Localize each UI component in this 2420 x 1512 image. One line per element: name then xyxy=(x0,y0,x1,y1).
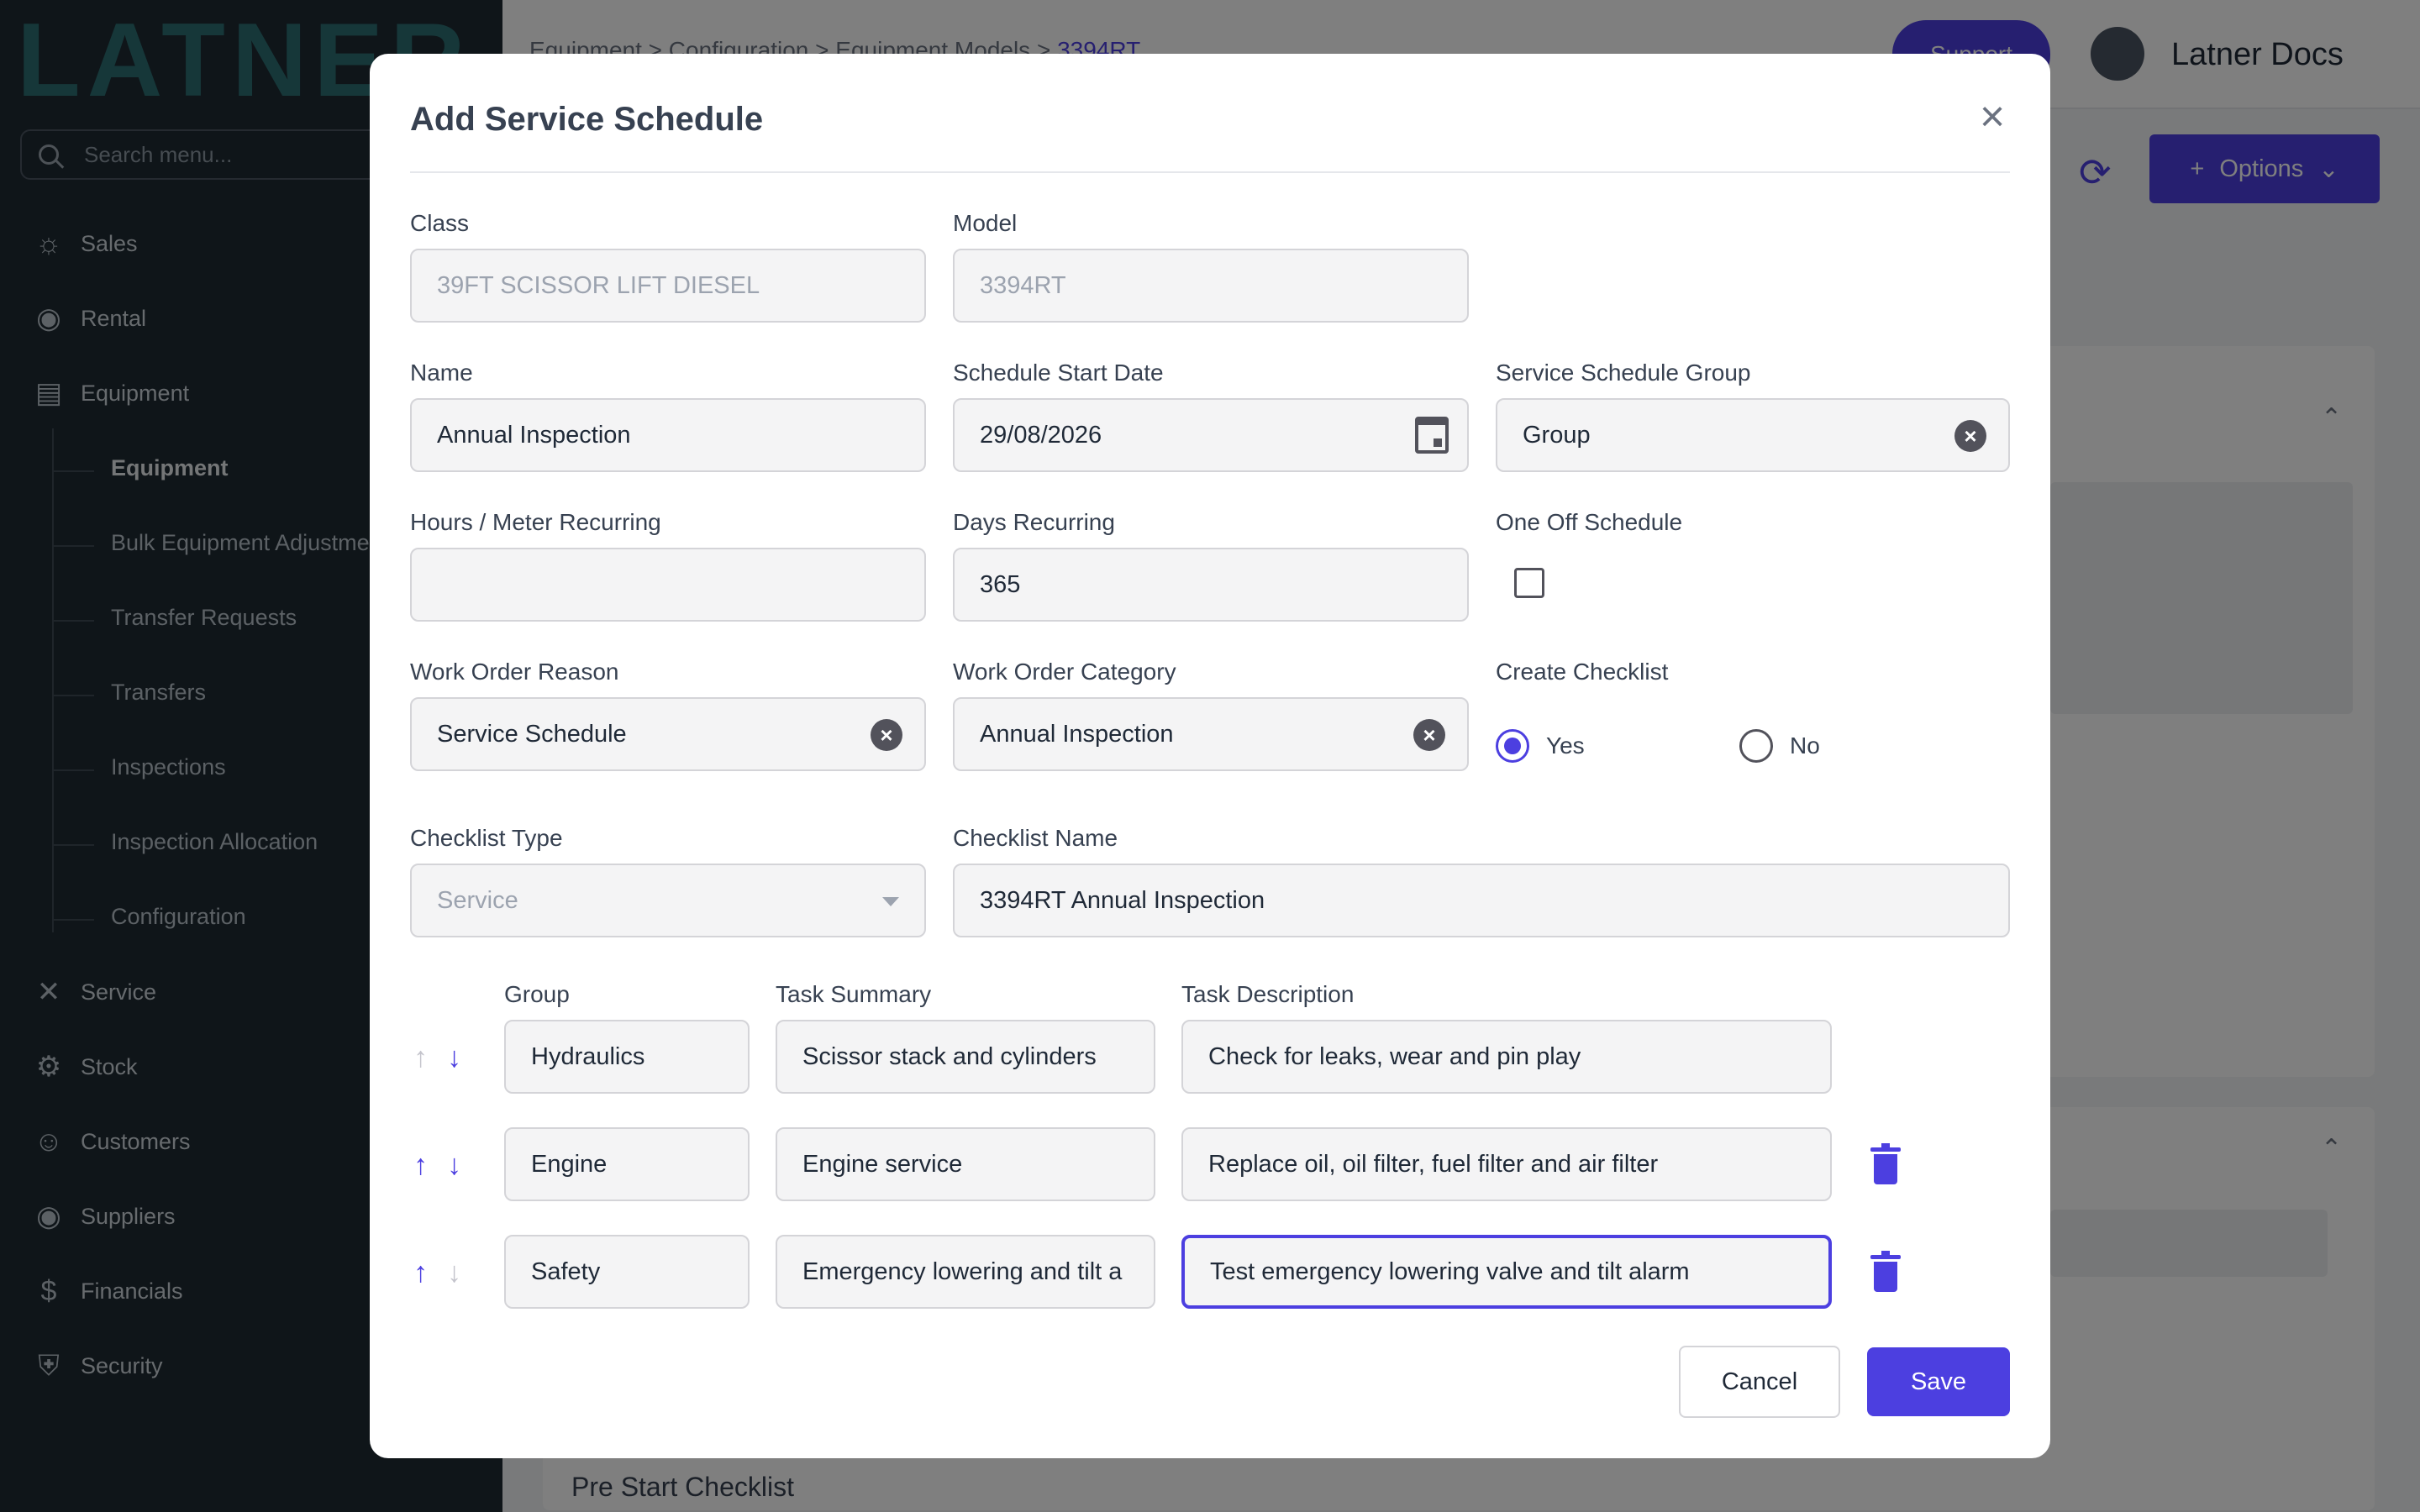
calendar-icon[interactable] xyxy=(1415,417,1449,454)
model-field: 3394RT xyxy=(953,249,1469,323)
start-date-label: Schedule Start Date xyxy=(953,360,1164,386)
caret-down-icon xyxy=(882,897,899,906)
group-label: Service Schedule Group xyxy=(1496,360,1751,386)
checklist-name-input[interactable]: 3394RT Annual Inspection xyxy=(953,864,2010,937)
wo-reason-value: Service Schedule xyxy=(437,720,627,748)
hours-label: Hours / Meter Recurring xyxy=(410,509,661,535)
divider xyxy=(410,171,2010,173)
col-description-header: Task Description xyxy=(1181,981,1355,1007)
checklist-type-select: Service xyxy=(410,864,926,937)
task-description-input[interactable]: Replace oil, oil filter, fuel filter and… xyxy=(1181,1127,1832,1201)
task-group-value: Safety xyxy=(531,1257,601,1285)
one-off-label: One Off Schedule xyxy=(1496,509,1683,535)
task-summary-value: Engine service xyxy=(802,1150,963,1178)
cancel-button[interactable]: Cancel xyxy=(1679,1346,1840,1418)
task-group-value: Hydraulics xyxy=(531,1042,645,1070)
checklist-name-value: 3394RT Annual Inspection xyxy=(980,886,1265,914)
days-recurring-input[interactable]: 365 xyxy=(953,548,1469,622)
model-value: 3394RT xyxy=(980,271,1066,299)
task-summary-value: Emergency lowering and tilt a xyxy=(802,1257,1123,1285)
task-group-input[interactable]: Engine xyxy=(504,1127,750,1201)
col-summary-header: Task Summary xyxy=(776,981,932,1007)
task-description-input[interactable]: Test emergency lowering valve and tilt a… xyxy=(1181,1235,1832,1309)
save-button[interactable]: Save xyxy=(1867,1347,2010,1416)
checklist-name-label: Checklist Name xyxy=(953,825,1118,851)
wo-category-value: Annual Inspection xyxy=(980,720,1174,748)
class-value: 39FT SCISSOR LIFT DIESEL xyxy=(437,271,760,299)
no-label[interactable]: No xyxy=(1790,732,1820,759)
move-up-icon: ↑ xyxy=(413,1042,428,1074)
move-down-icon[interactable]: ↓ xyxy=(447,1151,461,1179)
task-group-input[interactable]: Safety xyxy=(504,1235,750,1309)
name-label: Name xyxy=(410,360,473,386)
group-value: Group xyxy=(1523,421,1591,449)
task-description-input[interactable]: Check for leaks, wear and pin play xyxy=(1181,1020,1832,1094)
task-summary-value: Scissor stack and cylinders xyxy=(802,1042,1097,1070)
move-down-icon[interactable]: ↓ xyxy=(447,1043,461,1072)
task-description-value: Test emergency lowering valve and tilt a… xyxy=(1210,1257,1690,1285)
one-off-checkbox[interactable] xyxy=(1514,568,1544,598)
start-date-input[interactable]: 29/08/2026 xyxy=(953,398,1469,472)
delete-task-icon[interactable] xyxy=(1870,1143,1901,1184)
yes-label[interactable]: Yes xyxy=(1546,732,1585,759)
model-label: Model xyxy=(953,210,1018,236)
clear-icon[interactable]: × xyxy=(1413,719,1445,751)
task-group-input[interactable]: Hydraulics xyxy=(504,1020,750,1094)
close-icon[interactable]: × xyxy=(1971,95,2013,139)
work-order-reason-select[interactable]: Service Schedule × xyxy=(410,697,926,771)
hours-recurring-input[interactable] xyxy=(410,548,926,622)
add-service-schedule-dialog: Add Service Schedule × Class 39FT SCISSO… xyxy=(370,54,2050,1458)
create-checklist-yes-radio[interactable] xyxy=(1496,729,1529,763)
task-description-value: Check for leaks, wear and pin play xyxy=(1208,1042,1581,1070)
task-summary-input[interactable]: Scissor stack and cylinders xyxy=(776,1020,1155,1094)
name-value: Annual Inspection xyxy=(437,421,631,449)
service-schedule-group-select[interactable]: Group × xyxy=(1496,398,2010,472)
clear-icon[interactable]: × xyxy=(871,719,902,751)
wo-category-label: Work Order Category xyxy=(953,659,1176,685)
move-down-icon: ↓ xyxy=(447,1257,461,1289)
delete-task-icon[interactable] xyxy=(1870,1251,1901,1292)
move-up-icon[interactable]: ↑ xyxy=(413,1258,428,1287)
days-label: Days Recurring xyxy=(953,509,1115,535)
col-group-header: Group xyxy=(504,981,570,1007)
work-order-category-select[interactable]: Annual Inspection × xyxy=(953,697,1469,771)
modal-title: Add Service Schedule xyxy=(410,101,764,138)
start-date-value: 29/08/2026 xyxy=(980,421,1102,449)
class-field: 39FT SCISSOR LIFT DIESEL xyxy=(410,249,926,323)
checklist-type-value: Service xyxy=(437,886,518,914)
create-checklist-label: Create Checklist xyxy=(1496,659,1669,685)
task-summary-input[interactable]: Emergency lowering and tilt a xyxy=(776,1235,1155,1309)
task-group-value: Engine xyxy=(531,1150,608,1178)
move-up-icon[interactable]: ↑ xyxy=(413,1151,428,1179)
class-label: Class xyxy=(410,210,470,236)
task-description-value: Replace oil, oil filter, fuel filter and… xyxy=(1208,1150,1659,1178)
create-checklist-no-radio[interactable] xyxy=(1739,729,1773,763)
clear-icon[interactable]: × xyxy=(1954,420,1986,452)
days-value: 365 xyxy=(980,570,1021,598)
wo-reason-label: Work Order Reason xyxy=(410,659,619,685)
name-input[interactable]: Annual Inspection xyxy=(410,398,926,472)
task-summary-input[interactable]: Engine service xyxy=(776,1127,1155,1201)
checklist-type-label: Checklist Type xyxy=(410,825,563,851)
